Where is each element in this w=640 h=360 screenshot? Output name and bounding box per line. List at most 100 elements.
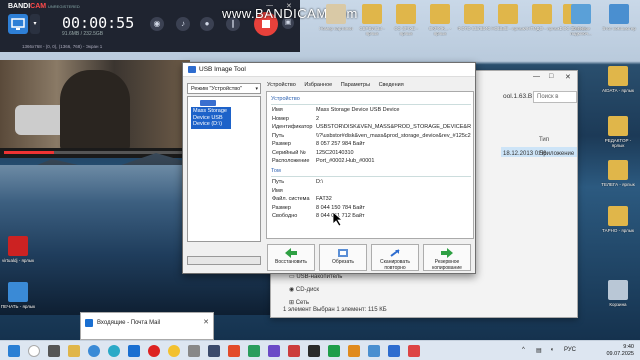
mode-dropdown-button[interactable]: ▾	[30, 14, 40, 34]
truncate-button[interactable]: Обрезать	[319, 244, 367, 271]
volume-tray-icon[interactable]: ◖	[550, 347, 554, 353]
folder-icon	[608, 206, 628, 226]
browser-taskbar-icon[interactable]	[88, 345, 100, 357]
desktop-icon[interactable]: СЕРВИСЫ - ярлык	[354, 4, 390, 36]
app-taskbar-icon[interactable]	[188, 345, 200, 357]
restore-button[interactable]: Восстановить	[267, 244, 315, 271]
info-row: Размер 8 044 150 784 Байт	[272, 204, 365, 211]
backup-button[interactable]: Резервное копирование	[423, 244, 471, 271]
tab-device[interactable]: Устройство	[267, 82, 296, 88]
desktop-icon[interactable]: AIDATA - ярлык	[600, 66, 636, 93]
rescan-button[interactable]: Сканировать повторно	[371, 244, 419, 271]
desktop-icon[interactable]: ТАРНО - ярлык	[600, 206, 636, 233]
folder-icon	[608, 66, 628, 86]
mail-window-preview[interactable]: Входящие - Почта Mail ✕	[80, 312, 214, 340]
desktop-icon[interactable]: РЕДАКТОР - ярлык	[600, 116, 636, 148]
network-icon	[571, 4, 591, 24]
record-timer: 00:00:55	[62, 14, 135, 32]
tray-chevron-icon[interactable]: ^	[522, 347, 525, 353]
this-pc-desktop-icon[interactable]: Этот компьютер	[602, 4, 636, 31]
yandex-taskbar-icon[interactable]	[168, 345, 180, 357]
info-row: Имя Mass Storage Device USB Device	[272, 107, 400, 113]
clock-date: 09.07.2025	[606, 350, 634, 357]
desktop-icon[interactable]: НОВЫЕ - ярлык	[490, 4, 526, 31]
app-taskbar-icon[interactable]	[248, 345, 260, 357]
chevron-down-icon: ▾	[255, 86, 258, 92]
taskbar: ^ ▤ ◖ РУС 9:40 09.07.2025	[0, 340, 640, 360]
nav-item-usb[interactable]: ▭ USB-накопитель	[289, 273, 342, 280]
capture-region-info: 1366x768 - (0, 0), (1366, 768) - Экран 1	[22, 44, 103, 49]
device-list[interactable]: Mass Storage Device USB Device (D:\)	[187, 96, 261, 242]
explorer-search-input[interactable]: Поиск в	[533, 91, 577, 103]
rescan-icon	[390, 249, 400, 257]
app-taskbar-icon[interactable]	[268, 345, 280, 357]
info-row: Идентификатор USBSTOR\DISK&VEN_MASS&PROD_…	[272, 124, 471, 130]
windows-start-icon[interactable]	[8, 345, 20, 357]
nav-item-network[interactable]: ⊞ Сеть	[289, 299, 309, 306]
device-group-title: Устройство	[271, 96, 300, 102]
network-tray-icon[interactable]: ▤	[536, 347, 542, 354]
info-row: Серийный № 125C20140310	[272, 149, 354, 156]
speaker-icon[interactable]: ♪	[176, 17, 190, 31]
screen-mode-button[interactable]	[8, 14, 28, 34]
info-row: Имя	[272, 187, 283, 194]
network-connections-desktop-icon-visible[interactable]: Сетевые подключ...	[566, 4, 596, 36]
volume-group: Том Путь D:\ Имя Файл. система FAT32 Разме…	[271, 168, 471, 222]
usbtool-title: USB Image Tool	[199, 66, 246, 73]
mode-select[interactable]: Режим "Устройство" ▾	[187, 83, 261, 94]
desktop-icon[interactable]: ФОТО СЕЛВИС	[456, 4, 492, 31]
app-taskbar-icon[interactable]	[368, 345, 380, 357]
folder-icon	[608, 116, 628, 136]
desktop-icon[interactable]: СО SFIXE - ярлык	[388, 4, 424, 36]
tab-favorites[interactable]: Избранное	[304, 82, 332, 88]
explorer-close-button[interactable]: ✕	[565, 73, 571, 81]
cd-icon: ◉	[289, 287, 296, 293]
language-indicator[interactable]: РУС	[564, 347, 576, 353]
app-taskbar-icon[interactable]	[348, 345, 360, 357]
webcam-icon[interactable]: ◉	[150, 17, 164, 31]
app-taskbar-icon[interactable]	[208, 345, 220, 357]
mail-close-button[interactable]: ✕	[203, 318, 209, 326]
task-view-icon[interactable]	[48, 345, 60, 357]
explorer-address-bar[interactable]: ool.1.63.B	[503, 93, 532, 100]
usb-image-tool-window: USB Image Tool Режим "Устройство" ▾ Mass …	[182, 62, 476, 274]
app-taskbar-icon[interactable]	[308, 345, 320, 357]
recycle-bin-desktop-icon[interactable]: Корзина	[600, 280, 636, 307]
column-header-type[interactable]: Тип	[539, 137, 549, 143]
truncate-icon	[338, 249, 348, 257]
virtualdj-desktop-icon[interactable]: virtualdj - ярлык	[0, 236, 36, 263]
edge-taskbar-icon[interactable]	[108, 345, 120, 357]
printer-icon	[8, 282, 28, 302]
mail-taskbar-icon[interactable]	[128, 345, 140, 357]
explorer-maximize-button[interactable]: □	[549, 73, 553, 80]
desktop-icon[interactable]: Номер картинки	[318, 4, 354, 31]
device-info-panel: Устройство Имя Mass Storage Device USB De…	[266, 91, 474, 239]
desktop-icon[interactable]: ТЕЛЕГА - ярлык	[600, 160, 636, 187]
virtualdj-icon	[8, 236, 28, 256]
taskbar-clock[interactable]: 9:40 09.07.2025	[606, 344, 634, 357]
tab-options[interactable]: Параметры	[341, 82, 370, 88]
device-list-item[interactable]: Mass Storage Device USB Device (D:\)	[191, 107, 231, 129]
opera-taskbar-icon[interactable]	[148, 345, 160, 357]
explorer-minimize-button[interactable]: —	[533, 73, 540, 80]
print-desktop-icon[interactable]: ПЕЧАТЬ - ярлык	[0, 282, 36, 309]
desktop-icon[interactable]: АНТИДО - ярлык	[524, 4, 560, 31]
arrow-left-icon	[285, 248, 297, 258]
app-taskbar-icon[interactable]	[288, 345, 300, 357]
arrow-right-icon	[441, 248, 453, 258]
app-taskbar-icon[interactable]	[328, 345, 340, 357]
desktop-icon[interactable]: ОКРУЖ... - ярлык	[422, 4, 458, 36]
app-taskbar-icon[interactable]	[388, 345, 400, 357]
mail-icon	[85, 319, 93, 327]
explorer-taskbar-icon[interactable]	[68, 345, 80, 357]
tab-info[interactable]: Сведения	[379, 82, 404, 88]
usbtool-titlebar[interactable]: USB Image Tool	[183, 63, 475, 77]
app-taskbar-icon[interactable]	[408, 345, 420, 357]
search-icon[interactable]	[28, 345, 40, 357]
folder-icon	[362, 4, 382, 24]
nav-item-cd[interactable]: ◉ CD-диск	[289, 286, 319, 293]
app-taskbar-icon[interactable]	[228, 345, 240, 357]
stop-icon	[262, 20, 270, 28]
microphone-icon[interactable]: ●	[200, 17, 214, 31]
device-group: Устройство Имя Mass Storage Device USB De…	[271, 96, 471, 167]
